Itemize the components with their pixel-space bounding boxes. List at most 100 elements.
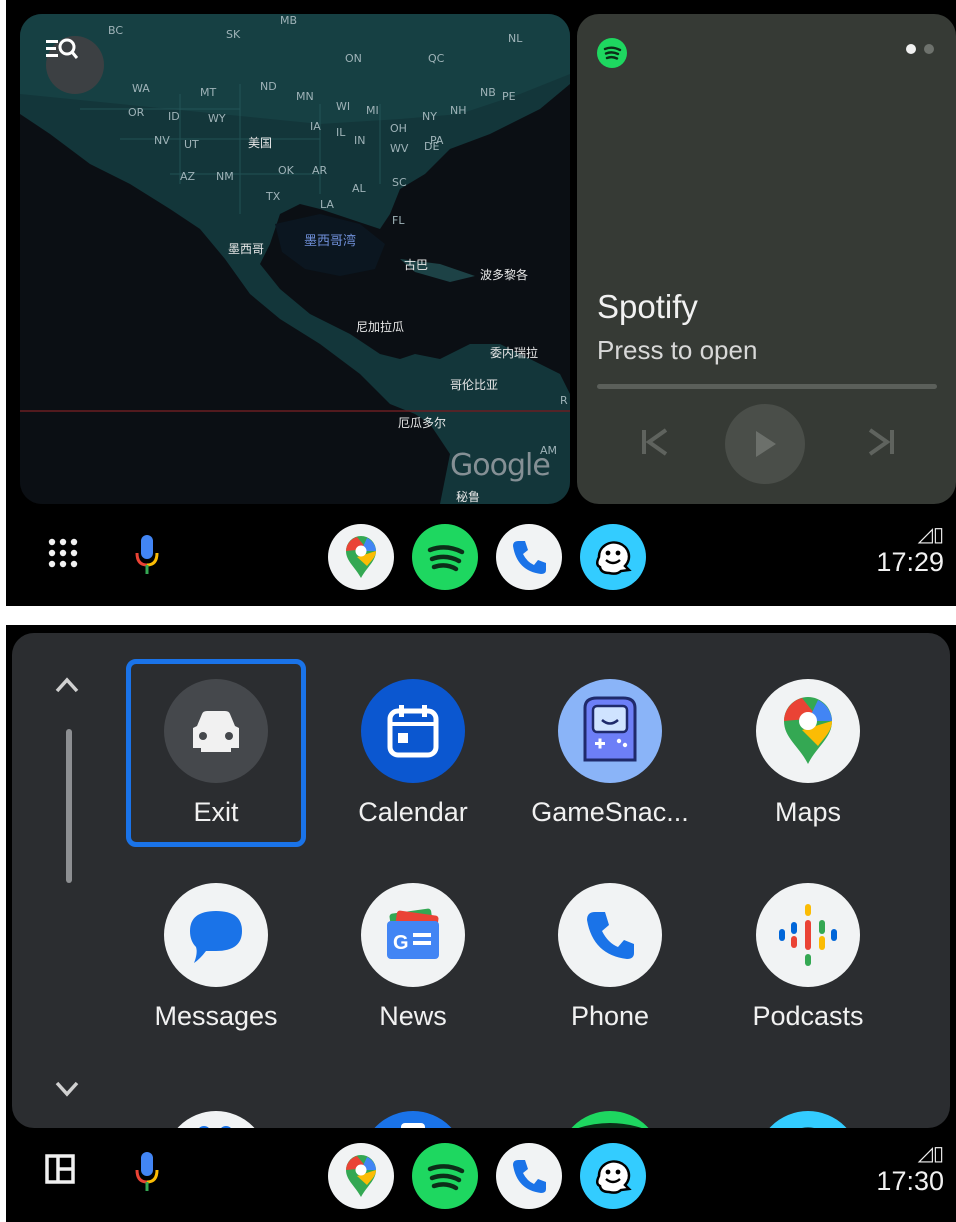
app-icon-circle	[164, 679, 268, 783]
app-icon-circle	[558, 883, 662, 987]
map-label: AZ	[180, 170, 196, 183]
spotify-media-card[interactable]: Spotify Press to open	[577, 14, 956, 504]
waze-icon	[596, 1160, 632, 1194]
signal-battery-indicator: ◿▯	[876, 522, 944, 547]
dock-maps-button[interactable]	[328, 524, 394, 590]
spotify-icon	[427, 545, 465, 572]
battery-icon: ▯	[932, 524, 944, 546]
skip-previous-button[interactable]	[639, 426, 669, 463]
map-label-peru: 秘鲁	[456, 490, 481, 504]
app-icon-circle	[756, 883, 860, 987]
app-icon-circle	[361, 679, 465, 783]
split-screen-icon	[45, 1154, 75, 1184]
map-card[interactable]: BC SK MB ON QC NL WA MT ND MN WI MI NY N…	[20, 14, 570, 504]
map-label-colombia: 哥伦比亚	[450, 378, 499, 392]
app-label: Podcasts	[752, 1001, 864, 1031]
map-label-ecuador: 厄瓜多尔	[398, 416, 447, 430]
map-label: DE	[424, 140, 440, 153]
skip-next-button[interactable]	[867, 426, 897, 463]
map-search-button[interactable]	[46, 36, 104, 94]
map-label: BC	[108, 24, 124, 37]
page-dot-active	[906, 44, 916, 54]
dock-spotify-button[interactable]	[412, 1143, 478, 1209]
map-label: IN	[354, 134, 366, 147]
app-tile-podcasts[interactable]: Podcasts	[718, 863, 898, 1051]
app-tile-maps[interactable]: Maps	[718, 659, 898, 847]
signal-battery-indicator: ◿▯	[876, 1141, 944, 1166]
map-label: ON	[345, 52, 362, 65]
app-tile-phone[interactable]: Phone	[520, 863, 700, 1051]
spotify-icon	[597, 38, 627, 68]
map-label-nicaragua: 尼加拉瓜	[356, 320, 405, 334]
dock-maps-button[interactable]	[328, 1143, 394, 1209]
maps-icon	[346, 1155, 376, 1197]
dashboard-button[interactable]	[44, 1153, 76, 1185]
map-label: IA	[310, 120, 321, 133]
app-label: Calendar	[358, 797, 468, 827]
app-tile-partial[interactable]	[164, 1111, 268, 1128]
launcher-screen: Exit Calendar GameSnac... Maps Messages …	[6, 625, 956, 1222]
phone-icon	[513, 1160, 546, 1193]
map-label: SC	[392, 176, 407, 189]
voice-assistant-button[interactable]	[132, 1149, 162, 1193]
dock-phone-button[interactable]	[496, 524, 562, 590]
map-label: MT	[200, 86, 217, 99]
maps-icon	[346, 536, 376, 578]
news-icon: G	[387, 908, 439, 959]
app-launcher: Exit Calendar GameSnac... Maps Messages …	[12, 633, 950, 1128]
map-label: OH	[390, 122, 407, 135]
scroll-up-button[interactable]	[54, 669, 80, 701]
app-grid-button[interactable]	[44, 534, 82, 572]
map-label: NM	[216, 170, 234, 183]
signal-icon: ◿	[917, 1143, 933, 1165]
app-tile-messages[interactable]: Messages	[126, 863, 306, 1051]
map-label: FL	[392, 214, 405, 227]
map-label: MN	[296, 90, 314, 103]
dock-spotify-button[interactable]	[412, 524, 478, 590]
app-label: Exit	[193, 797, 239, 827]
dock-waze-button[interactable]	[580, 1143, 646, 1209]
app-tile-partial[interactable]	[361, 1111, 465, 1128]
app-tile-news[interactable]: G News	[323, 863, 503, 1051]
page-indicator	[906, 44, 934, 54]
map-label-gulf: 墨西哥湾	[304, 234, 357, 249]
app-tile-calendar[interactable]: Calendar	[323, 659, 503, 847]
app-tile-exit[interactable]: Exit	[126, 659, 306, 847]
app-label: Maps	[774, 797, 842, 827]
assistant-icon	[199, 1126, 231, 1128]
maps-icon	[784, 697, 832, 764]
search-list-icon	[46, 38, 78, 59]
clock: 17:29	[876, 547, 944, 577]
dock-waze-button[interactable]	[580, 524, 646, 590]
dock-phone-button[interactable]	[496, 1143, 562, 1209]
map-label: WY	[208, 112, 226, 125]
media-title: Spotify	[597, 288, 698, 325]
voice-assistant-button[interactable]	[132, 532, 162, 576]
map-label-usa: 美国	[248, 136, 273, 150]
app-tile-partial[interactable]	[756, 1111, 860, 1128]
app-tile-partial[interactable]	[558, 1111, 662, 1128]
chevron-up-icon	[55, 677, 79, 693]
calendar-icon	[387, 705, 439, 758]
microphone-icon	[135, 1152, 159, 1191]
dashboard-screen: BC SK MB ON QC NL WA MT ND MN WI MI NY N…	[6, 0, 956, 606]
waze-icon	[802, 1127, 814, 1128]
app-tile-gamesnacks[interactable]: GameSnac...	[520, 659, 700, 847]
map-label-puerto-rico: 波多黎各	[480, 268, 529, 282]
map-label: UT	[184, 138, 199, 151]
taskbar: ◿▯ 17:29	[6, 512, 956, 602]
signal-icon: ◿	[917, 524, 933, 546]
map-label: NB	[480, 86, 496, 99]
map-label: ND	[260, 80, 277, 93]
map-label: TX	[266, 190, 281, 203]
battery-icon: ▯	[932, 1143, 944, 1165]
gamesnacks-icon	[583, 696, 637, 762]
scrollbar-thumb[interactable]	[66, 729, 72, 883]
map-label: MB	[280, 14, 298, 27]
map-label-mexico: 墨西哥	[228, 242, 265, 256]
chevron-down-icon	[55, 1081, 79, 1097]
map-label-venezuela: 委内瑞拉	[490, 346, 539, 360]
play-button[interactable]	[725, 404, 805, 484]
scroll-down-button[interactable]	[54, 1073, 80, 1105]
taskbar: ◿▯ 17:30	[6, 1129, 956, 1219]
